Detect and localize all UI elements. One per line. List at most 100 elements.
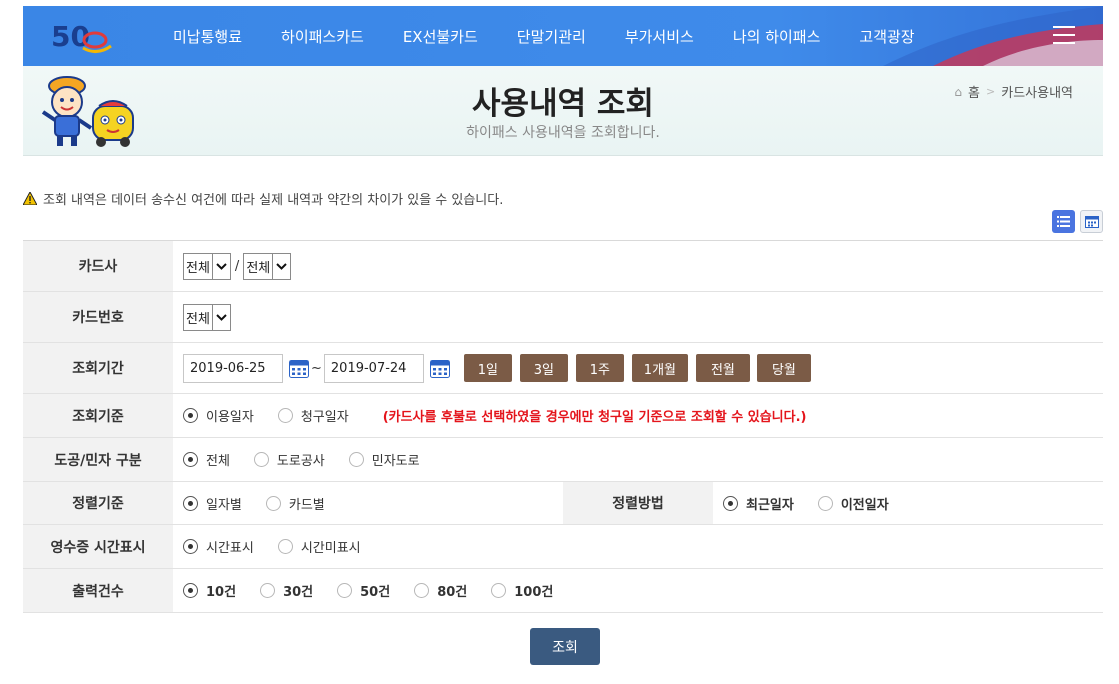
date-range-tilde: ~ xyxy=(311,360,322,376)
card-number-select-value: 전체 xyxy=(186,311,210,327)
road-expressway-radio[interactable]: 도로공사 xyxy=(253,450,325,469)
receipt-time-cell: 시간표시 시간미표시 xyxy=(173,525,1103,568)
radio-circle xyxy=(183,495,198,511)
radio-circle xyxy=(817,495,833,511)
radio-circle xyxy=(183,583,198,598)
receipt-show-time-radio[interactable]: 시간표시 xyxy=(183,537,254,556)
end-date-input[interactable]: 2019-07-24 xyxy=(323,353,424,383)
radio-label: 80건 xyxy=(437,585,468,600)
menu-terminal-management[interactable]: 단말기관리 xyxy=(517,26,586,47)
radio-circle xyxy=(265,495,281,511)
radio-label: 청구일자 xyxy=(300,410,349,425)
sort-by-date-radio[interactable]: 일자별 xyxy=(183,494,242,513)
radio-circle xyxy=(348,452,364,467)
count-10-radio[interactable]: 10건 xyxy=(183,581,236,600)
criteria-cell: 이용일자 청구일자 (카드사를 후불로 선택하였을 경우에만 청구일 기준으로 … xyxy=(173,394,1103,437)
page-title: 사용내역 조회 xyxy=(472,86,654,122)
period-1week-button[interactable]: 1주 xyxy=(575,354,624,382)
radio-circle xyxy=(253,452,269,467)
notice-text: 조회 내역은 데이터 송수신 여건에 따라 실제 내역과 약간의 차이가 있을 … xyxy=(43,193,504,208)
receipt-hide-time-radio[interactable]: 시간미표시 xyxy=(277,537,361,556)
radio-circle xyxy=(260,583,276,598)
card-company-select-value: 전체 xyxy=(186,260,210,276)
chevron-right-icon: > xyxy=(986,85,996,98)
end-calendar-icon[interactable] xyxy=(429,358,450,378)
menu-hipass-card[interactable]: 하이패스카드 xyxy=(281,26,364,47)
breadcrumb: ⌂ 홈 > 카드사용내역 xyxy=(954,82,1073,102)
count-100-radio[interactable]: 100건 xyxy=(491,581,553,600)
count-30-radio[interactable]: 30건 xyxy=(260,581,313,600)
road-all-radio[interactable]: 전체 xyxy=(183,450,230,469)
page: 50 미납통행료 하이패스카드 EX선불카드 단말기관리 부가서비스 나의 하이… xyxy=(0,0,1119,684)
breadcrumb-current: 카드사용내역 xyxy=(1001,86,1073,101)
card-number-cell: 전체 xyxy=(173,292,1103,342)
period-1month-button[interactable]: 1개월 xyxy=(631,354,688,382)
notice: 조회 내역은 데이터 송수신 여건에 따라 실제 내역과 약간의 차이가 있을 … xyxy=(23,189,503,208)
view-toggle xyxy=(1052,210,1103,233)
radio-label: 이용일자 xyxy=(206,410,254,425)
main-menu: 미납통행료 하이패스카드 EX선불카드 단말기관리 부가서비스 나의 하이패스 … xyxy=(173,6,954,66)
hamburger-menu-icon[interactable] xyxy=(1053,26,1075,44)
card-company-select[interactable]: 전체 xyxy=(183,252,231,280)
period-3day-button[interactable]: 3일 xyxy=(519,354,568,382)
radio-circle xyxy=(277,539,293,554)
radio-label: 10건 xyxy=(206,585,237,600)
sort-basis-cell: 일자별 카드별 xyxy=(173,482,563,524)
radio-circle xyxy=(491,583,507,598)
radio-label: 시간미표시 xyxy=(300,541,361,556)
card-type-select[interactable]: 전체 xyxy=(243,252,292,280)
menu-additional-services[interactable]: 부가서비스 xyxy=(625,26,694,47)
start-date-input[interactable]: 2019-06-25 xyxy=(183,353,283,383)
warning-icon xyxy=(23,192,37,205)
breadcrumb-home[interactable]: 홈 xyxy=(968,82,980,101)
sort-recent-radio[interactable]: 최근일자 xyxy=(723,494,794,513)
output-count-cell: 10건 30건 50건 80건 100건 xyxy=(173,569,1103,612)
radio-label: 민자도로 xyxy=(371,454,420,469)
count-80-radio[interactable]: 80건 xyxy=(414,581,467,600)
sort-method-label: 정렬방법 xyxy=(563,482,713,524)
sort-older-radio[interactable]: 이전일자 xyxy=(817,494,889,513)
row-criteria: 조회기준 이용일자 청구일자 (카드사를 후불로 선택하였을 경우에만 청구일 … xyxy=(23,394,1103,438)
radio-label: 30건 xyxy=(283,585,314,600)
period-1day-button[interactable]: 1일 xyxy=(463,354,512,382)
list-view-icon[interactable] xyxy=(1052,210,1075,233)
row-receipt-time: 영수증 시간표시 시간표시 시간미표시 xyxy=(23,525,1103,569)
radio-label: 50건 xyxy=(360,585,391,600)
calendar-view-icon[interactable] xyxy=(1080,210,1103,233)
criteria-use-date-radio[interactable]: 이용일자 xyxy=(183,406,254,425)
start-calendar-icon[interactable] xyxy=(289,358,309,378)
sort-by-card-radio[interactable]: 카드별 xyxy=(265,494,325,513)
period-this-month-button[interactable]: 당월 xyxy=(756,354,811,382)
count-50-radio[interactable]: 50건 xyxy=(337,581,390,600)
card-number-label: 카드번호 xyxy=(23,292,173,342)
radio-label: 전체 xyxy=(206,454,230,469)
row-period: 조회기간 2019-06-25 ~ 2019-07-24 1일 3일 1주 1개… xyxy=(23,343,1103,394)
card-company-label: 카드사 xyxy=(23,241,173,291)
row-road-type: 도공/민자 구분 전체 도로공사 민자도로 xyxy=(23,438,1103,482)
menu-my-hipass[interactable]: 나의 하이패스 xyxy=(733,26,821,47)
select-separator: / xyxy=(234,258,240,274)
radio-circle xyxy=(337,583,353,598)
menu-unpaid-toll[interactable]: 미납통행료 xyxy=(173,26,242,47)
chevron-down-icon xyxy=(211,253,230,279)
radio-label: 최근일자 xyxy=(746,497,794,513)
home-icon[interactable]: ⌂ xyxy=(954,85,962,99)
period-cell: 2019-06-25 ~ 2019-07-24 1일 3일 1주 1개월 전월 … xyxy=(173,343,1103,393)
menu-customer-square[interactable]: 고객광장 xyxy=(859,26,914,47)
output-count-label: 출력건수 xyxy=(23,569,173,612)
sort-basis-label: 정렬기준 xyxy=(23,482,173,524)
card-type-select-value: 전체 xyxy=(246,260,271,276)
radio-circle xyxy=(183,539,198,554)
period-last-month-button[interactable]: 전월 xyxy=(695,354,750,382)
row-sort: 정렬기준 일자별 카드별 정렬방법 최근일자 이전일자 xyxy=(23,482,1103,525)
chevron-down-icon xyxy=(211,304,230,330)
criteria-billing-date-radio[interactable]: 청구일자 xyxy=(277,406,349,425)
road-type-label: 도공/민자 구분 xyxy=(23,438,173,481)
search-button[interactable]: 조회 xyxy=(530,628,600,665)
row-card-number: 카드번호 전체 xyxy=(23,292,1103,343)
hipass-logo[interactable]: 50 xyxy=(49,16,113,56)
menu-ex-prepaid-card[interactable]: EX선불카드 xyxy=(403,26,478,47)
radio-circle xyxy=(277,408,293,423)
road-private-radio[interactable]: 민자도로 xyxy=(348,450,420,469)
card-number-select[interactable]: 전체 xyxy=(183,303,231,331)
